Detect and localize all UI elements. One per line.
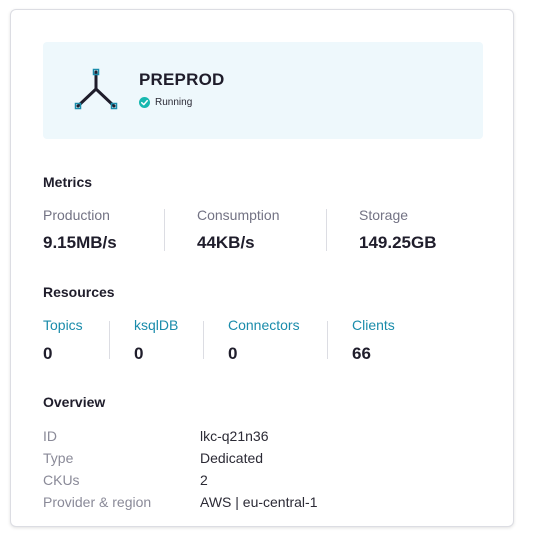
metric-storage-label: Storage [359,207,409,223]
cluster-name: PREPROD [139,70,225,89]
status-text: Running [155,97,193,108]
cluster-header: PREPROD Running [43,42,483,139]
metrics-title: Metrics [43,174,93,190]
resource-topics-value: 0 [43,344,53,363]
resource-clients-link[interactable]: Clients [352,317,395,333]
metric-production-label: Production [43,207,110,223]
divider [203,321,204,359]
overview-ckus-label: CKUs [43,472,80,488]
overview-provider-region-label: Provider & region [43,494,152,510]
divider [109,321,110,359]
overview-type-label: Type [43,450,74,466]
overview-ckus-value: 2 [200,472,208,488]
resources-title: Resources [43,284,115,300]
resource-ksqldb-value: 0 [134,344,144,363]
resource-clients-value: 66 [352,344,371,363]
cluster-status: Running [139,97,192,108]
overview-title: Overview [43,394,106,410]
metric-production-value: 9.15MB/s [43,233,117,252]
resource-topics-link[interactable]: Topics [43,317,83,333]
metric-consumption-label: Consumption [197,207,280,223]
overview-provider-region-value: AWS | eu-central-1 [200,494,318,510]
resource-ksqldb-link[interactable]: ksqlDB [134,317,178,333]
check-circle-icon [139,97,150,108]
cluster-topology-icon [74,68,118,110]
overview-id-value: lkc-q21n36 [200,428,269,444]
resource-connectors-value: 0 [228,344,238,363]
divider [164,209,165,251]
divider [327,321,328,359]
overview-type-value: Dedicated [200,450,264,466]
metric-consumption-value: 44KB/s [197,233,255,252]
cluster-card[interactable]: PREPROD Running Metrics Production 9.15M… [10,9,514,527]
overview-id-label: ID [43,428,57,444]
metric-storage-value: 149.25GB [359,233,437,252]
divider [326,209,327,251]
resource-connectors-link[interactable]: Connectors [228,317,300,333]
